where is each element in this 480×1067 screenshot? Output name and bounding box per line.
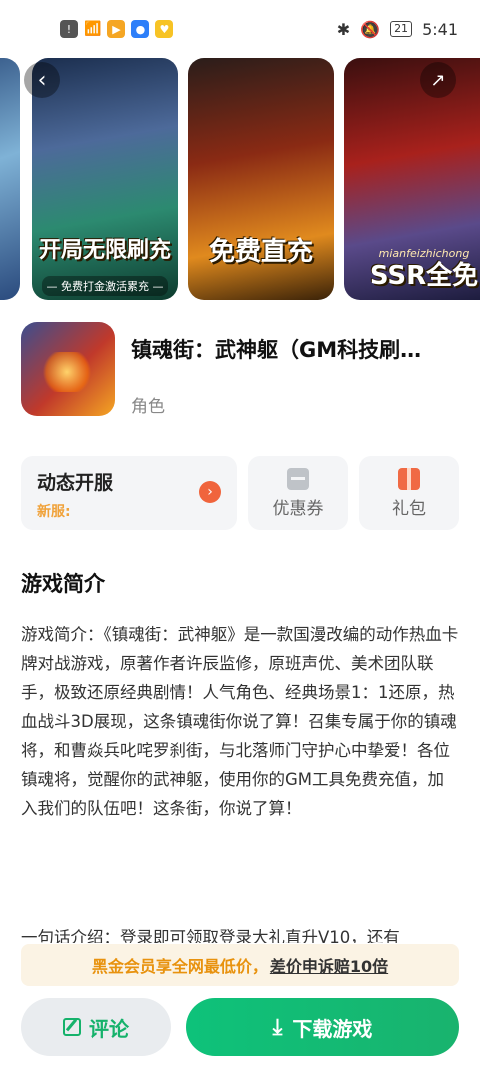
back-button[interactable]: ‹ <box>24 62 60 98</box>
bluetooth-icon: ✱ <box>336 19 351 39</box>
download-button[interactable]: ⤓ 下载游戏 <box>186 998 459 1056</box>
gift-icon <box>398 467 420 490</box>
coupon-button[interactable]: 优惠券 <box>248 456 348 530</box>
intro-section-title: 游戏简介 <box>21 572 105 596</box>
edit-icon <box>63 1018 81 1036</box>
coupon-label: 优惠券 <box>272 498 324 519</box>
carousel-card[interactable]: 开局无限刷充 — 免费打金激活累充 — <box>32 58 178 300</box>
promo-link[interactable]: 差价申诉赔10倍 <box>270 953 388 977</box>
wifi-icon: 📶 <box>84 21 102 37</box>
app-title: 镇魂街：武神躯（GM科技刷… <box>131 338 422 362</box>
chevron-right-icon: › <box>199 481 221 503</box>
carousel-card[interactable]: SSR全免 mianfeizhichong <box>344 58 480 300</box>
download-icon: ⤓ <box>272 1014 283 1040</box>
alert-icon: ! <box>60 20 78 38</box>
server-subtitle: 新服: <box>37 504 71 520</box>
status-notifications: ! 📶 ▶ ● ♥ <box>60 20 174 38</box>
open-external-button[interactable]: ↗ <box>420 62 456 98</box>
app-header: 镇魂街：武神躯（GM科技刷… 角色 <box>21 322 459 420</box>
carousel-card[interactable]: 免费直充 <box>188 58 334 300</box>
intro-text: 游戏简介：《镇魂街：武神躯》是一款国漫改编的动作热血卡牌对战游戏，原著作者许辰监… <box>21 625 459 818</box>
promo-text: 黑金会员享全网最低价， <box>91 957 268 976</box>
video-app-icon: ▶ <box>107 20 126 38</box>
comment-button[interactable]: 评论 <box>21 998 171 1056</box>
app-icon <box>21 322 115 416</box>
mute-icon: 🔕 <box>360 19 381 39</box>
battery-indicator: 21 <box>390 21 413 37</box>
server-schedule-card[interactable]: 动态开服 新服: › <box>21 456 237 530</box>
carousel-card[interactable] <box>0 58 20 300</box>
vip-promo-banner[interactable]: 黑金会员享全网最低价， 差价申诉赔10倍 <box>21 944 459 986</box>
download-label: 下载游戏 <box>292 1016 373 1041</box>
coupon-icon <box>287 467 309 490</box>
message-app-icon: ♥ <box>155 20 174 38</box>
clock: 5:41 <box>422 19 458 39</box>
app-notification-icon: ● <box>131 20 150 38</box>
server-title: 动态开服 <box>37 472 114 494</box>
status-system: ✱ 🔕 21 5:41 <box>337 20 458 39</box>
app-category: 角色 <box>131 397 165 417</box>
screenshot-carousel[interactable]: 开局无限刷充 — 免费打金激活累充 — 免费直充 SSR全免 mianfeizh… <box>0 58 480 300</box>
gift-button[interactable]: 礼包 <box>359 456 459 530</box>
service-row: 动态开服 新服: › 优惠券 礼包 <box>21 456 459 530</box>
app-meta: 镇魂街：武神躯（GM科技刷… 角色 <box>131 322 421 420</box>
intro-summary: 一句话介绍：登录即可领取登录大礼直升V10，还有 <box>21 928 400 943</box>
status-bar: ! 📶 ▶ ● ♥ ✱ 🔕 21 5:41 <box>0 0 480 58</box>
comment-label: 评论 <box>89 1016 129 1041</box>
gift-label: 礼包 <box>392 498 426 519</box>
